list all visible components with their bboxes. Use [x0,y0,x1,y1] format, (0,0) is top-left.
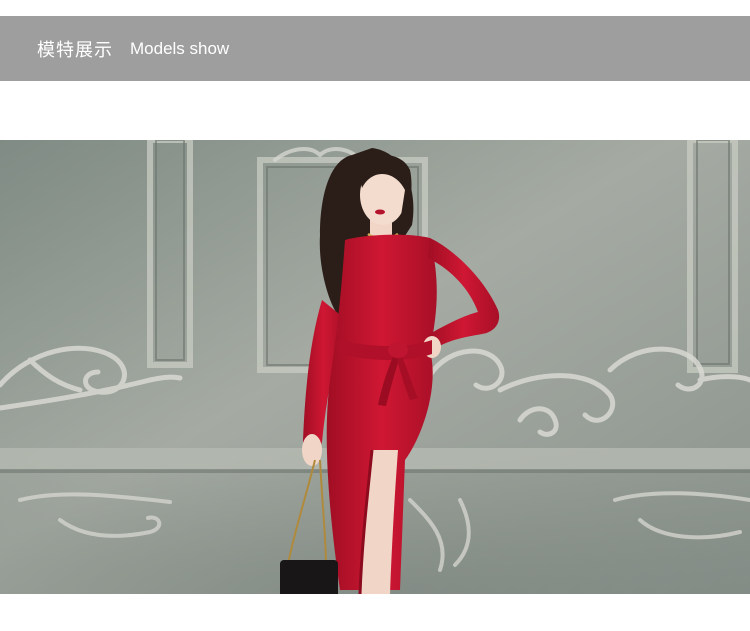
section-title-cn: 模特展示 [37,39,113,60]
section-title-en: Models show [130,38,230,58]
handbag [280,560,338,594]
page: 模特展示 Models show [0,0,750,631]
model-photo [0,140,750,594]
model-photo-illustration [0,140,750,594]
section-header: 模特展示 Models show [0,16,750,81]
